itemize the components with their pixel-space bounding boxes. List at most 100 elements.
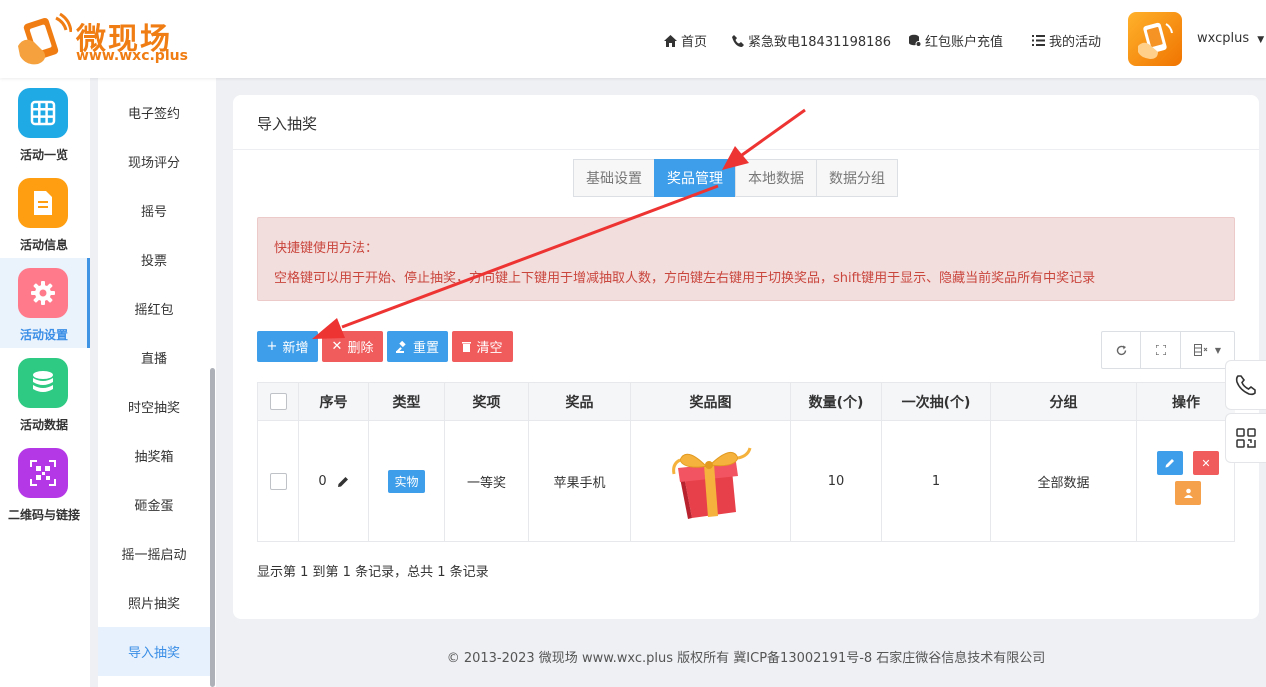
reset-button-label: 重置 [412, 341, 439, 356]
sidebar-item-label: 二维码与链接 [7, 508, 80, 522]
float-phone-button[interactable] [1225, 360, 1266, 410]
caret-down-icon: ▼ [1214, 345, 1222, 355]
close-icon: ✕ [331, 339, 343, 354]
sub-item-scoring[interactable]: 现场评分 [98, 137, 210, 186]
nav-emergency-call[interactable]: 紧急致电18431198186 [732, 31, 891, 50]
group-cell: 全部数据 [991, 421, 1137, 542]
float-qrcode-button[interactable] [1225, 413, 1266, 463]
sub-sidebar: 电子签约 现场评分 摇号 投票 摇红包 直播 时空抽奖 抽奖箱 砸金蛋 摇一摇启… [98, 78, 216, 687]
type-cell: 实物 [369, 421, 445, 542]
nav-my-activities[interactable]: 我的活动 [1032, 31, 1101, 50]
type-badge: 实物 [388, 470, 425, 493]
user-menu[interactable]: wxcplus ▼ [1197, 31, 1264, 46]
gear-icon [18, 268, 68, 318]
pencil-icon[interactable] [337, 476, 349, 488]
nav-home[interactable]: 首页 [664, 31, 707, 50]
sub-item-import-lottery[interactable]: 导入抽奖 [98, 627, 210, 676]
close-icon: ✕ [1201, 456, 1211, 470]
column-header[interactable]: 数量(个) [791, 383, 882, 421]
sub-item-live[interactable]: 直播 [98, 333, 210, 382]
shortcut-alert: 快捷键使用方法： 空格键可以用于开始、停止抽奖，方向键上下键用于增减抽取人数，方… [257, 217, 1235, 301]
top-header: 微现场 www.wxc.plus 首页 紧急致电18431198186 红包账户… [0, 0, 1266, 78]
fullscreen-icon [1156, 345, 1166, 355]
alert-text: 空格键可以用于开始、停止抽奖，方向键上下键用于增减抽取人数，方向键左右键用于切换… [274, 271, 1096, 286]
sub-item-lottery-box[interactable]: 抽奖箱 [98, 431, 210, 480]
row-select-cell[interactable] [258, 421, 299, 542]
edit-button[interactable] [1157, 451, 1183, 475]
select-all-checkbox[interactable] [269, 393, 287, 410]
sidebar-item-activity-data[interactable]: 活动数据 [0, 348, 90, 438]
nav-recharge[interactable]: 红包账户充值 [908, 31, 1003, 50]
level-cell: 一等奖 [445, 421, 529, 542]
phone-icon [1235, 375, 1256, 396]
caret-down-icon: ▼ [1257, 35, 1265, 45]
tab-basic-settings[interactable]: 基础设置 [573, 159, 655, 197]
avatar-hand-icon [1138, 22, 1173, 59]
page-title: 导入抽奖 [257, 115, 318, 133]
sub-item-shake-start[interactable]: 摇一摇启动 [98, 529, 210, 578]
delete-button[interactable]: ✕ 删除 [322, 331, 383, 362]
gavel-icon [395, 340, 406, 353]
edit-icon [1165, 459, 1174, 468]
list-icon [1032, 35, 1045, 46]
delete-button-label: 删除 [347, 341, 374, 356]
home-icon [664, 34, 677, 47]
brand-logo[interactable]: 微现场 www.wxc.plus [14, 12, 204, 68]
footer-copyright: © 2013-2023 微现场 www.wxc.plus 版权所有 冀ICP备1… [446, 651, 1046, 666]
columns-icon [1193, 344, 1208, 356]
sub-item-spacetime-lottery[interactable]: 时空抽奖 [98, 382, 210, 431]
phone-icon [732, 34, 744, 47]
gift-box-image[interactable] [666, 442, 756, 522]
column-header[interactable]: 序号 [299, 383, 369, 421]
column-header[interactable]: 奖品 [529, 383, 631, 421]
pagination-info: 显示第 1 到第 1 条记录，总共 1 条记录 [257, 565, 489, 580]
sidebar-item-label: 活动一览 [19, 148, 68, 162]
index-cell: 0 [299, 421, 369, 542]
sub-sidebar-scrollbar[interactable] [210, 368, 215, 687]
column-header[interactable]: 类型 [369, 383, 445, 421]
column-header[interactable]: 分组 [991, 383, 1137, 421]
column-header[interactable]: 一次抽(个) [882, 383, 991, 421]
sub-item-vote[interactable]: 投票 [98, 235, 210, 284]
main-card: 导入抽奖 基础设置 奖品管理 本地数据 数据分组 快捷键使用方法： 空格键可以用… [233, 95, 1259, 619]
sub-item-e-sign[interactable]: 电子签约 [98, 88, 210, 137]
clear-button-label: 清空 [476, 341, 503, 356]
clear-button[interactable]: 清空 [452, 331, 513, 362]
delete-row-button[interactable]: ✕ [1193, 451, 1219, 475]
add-button[interactable]: + 新增 [257, 331, 318, 362]
column-header[interactable]: 奖项 [445, 383, 529, 421]
header-select-all[interactable] [258, 383, 299, 421]
alert-title: 快捷键使用方法： [274, 241, 379, 256]
user-name: wxcplus [1197, 31, 1250, 46]
coins-icon [909, 34, 921, 47]
column-header: 操作 [1137, 383, 1235, 421]
prize-cell: 苹果手机 [529, 421, 631, 542]
per-draw-cell: 1 [882, 421, 991, 542]
sidebar-item-qrcode-links[interactable]: 二维码与链接 [0, 438, 90, 528]
tab-data-groups[interactable]: 数据分组 [816, 159, 898, 197]
sub-item-golden-egg[interactable]: 砸金蛋 [98, 480, 210, 529]
prize-image-cell [631, 421, 791, 542]
refresh-icon [1116, 345, 1127, 355]
sub-item-lottery-number[interactable]: 摇号 [98, 186, 210, 235]
column-header[interactable]: 奖品图 [631, 383, 791, 421]
grid-icon [18, 88, 68, 138]
reset-button[interactable]: 重置 [387, 331, 448, 362]
tab-bar: 基础设置 奖品管理 本地数据 数据分组 [573, 159, 898, 197]
sub-item-shake-redpacket[interactable]: 摇红包 [98, 284, 210, 333]
refresh-button[interactable] [1101, 331, 1142, 369]
fullscreen-button[interactable] [1140, 331, 1182, 369]
title-divider [233, 149, 1259, 150]
sidebar-item-activity-overview[interactable]: 活动一览 [0, 78, 90, 168]
winners-button[interactable] [1175, 481, 1201, 505]
tab-prize-management[interactable]: 奖品管理 [654, 159, 736, 197]
sub-item-photo-lottery[interactable]: 照片抽奖 [98, 578, 210, 627]
plus-icon: + [266, 339, 278, 354]
sidebar-item-activity-settings[interactable]: 活动设置 [0, 258, 90, 348]
row-checkbox[interactable] [269, 473, 287, 490]
avatar[interactable] [1128, 12, 1182, 66]
add-button-label: 新增 [282, 341, 309, 356]
tab-local-data[interactable]: 本地数据 [735, 159, 817, 197]
sidebar-item-activity-info[interactable]: 活动信息 [0, 168, 90, 258]
sidebar-item-label: 活动数据 [19, 418, 68, 432]
